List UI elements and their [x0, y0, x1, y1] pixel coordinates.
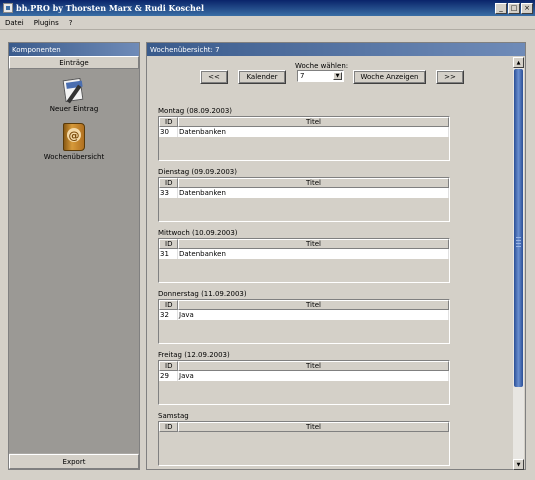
- entries-table: ID Titel 29 Java: [158, 360, 450, 405]
- week-controls: << Kalender Woche wählen: 7 ▼ Woche Anze…: [148, 57, 514, 97]
- day-wednesday: Mittwoch (10.09.2003) ID Titel 31 Datenb…: [158, 229, 458, 283]
- week-select-value: 7: [300, 72, 305, 80]
- day-title: Montag (08.09.2003): [158, 107, 233, 115]
- cell-id: 31: [159, 249, 178, 259]
- export-button[interactable]: Export: [9, 454, 139, 469]
- day-title: Samstag: [158, 412, 189, 420]
- day-saturday: Samstag ID Titel: [158, 412, 458, 466]
- table-row[interactable]: 31 Datenbanken: [159, 249, 449, 259]
- show-week-button[interactable]: Woche Anzeigen: [353, 70, 426, 84]
- cell-id: 32: [159, 310, 178, 320]
- scroll-up-icon[interactable]: ▲: [513, 57, 524, 68]
- day-title: Mittwoch (10.09.2003): [158, 229, 238, 237]
- day-friday: Freitag (12.09.2003) ID Titel 29 Java: [158, 351, 458, 405]
- app-icon: [3, 3, 13, 13]
- col-id-header[interactable]: ID: [159, 422, 178, 432]
- nav-week-overview[interactable]: @ Wochenübersicht: [9, 122, 139, 161]
- col-id-header[interactable]: ID: [159, 300, 178, 310]
- table-row[interactable]: 30 Datenbanken: [159, 127, 449, 137]
- cell-id: 30: [159, 127, 178, 137]
- scrollbar-thumb[interactable]: [514, 69, 523, 387]
- cell-title: Java: [178, 371, 449, 381]
- week-select-label: Woche wählen:: [295, 62, 349, 70]
- nav-week-overview-label: Wochenübersicht: [43, 153, 105, 161]
- maximize-button[interactable]: □: [508, 2, 520, 14]
- title-bar[interactable]: bh.PRO by Thorsten Marx & Rudi Koschel _…: [0, 0, 535, 16]
- table-row[interactable]: 29 Java: [159, 371, 449, 381]
- cell-title: Java: [178, 310, 449, 320]
- day-thursday: Donnerstag (11.09.2003) ID Titel 32 Java: [158, 290, 458, 344]
- minimize-button[interactable]: _: [495, 2, 507, 14]
- week-overview-content: << Kalender Woche wählen: 7 ▼ Woche Anze…: [148, 57, 514, 470]
- cell-id: 33: [159, 188, 178, 198]
- week-overview-icon: @: [60, 122, 88, 152]
- new-entry-icon: [60, 76, 88, 104]
- cell-id: 29: [159, 371, 178, 381]
- col-title-header[interactable]: Titel: [178, 178, 449, 188]
- col-id-header[interactable]: ID: [159, 178, 178, 188]
- col-id-header[interactable]: ID: [159, 117, 178, 127]
- window-title: bh.PRO by Thorsten Marx & Rudi Koschel: [16, 3, 204, 13]
- day-title: Dienstag (09.09.2003): [158, 168, 237, 176]
- col-title-header[interactable]: Titel: [178, 300, 449, 310]
- components-header: Komponenten: [9, 43, 139, 56]
- table-row[interactable]: 32 Java: [159, 310, 449, 320]
- col-title-header[interactable]: Titel: [178, 422, 449, 432]
- table-row[interactable]: 33 Datenbanken: [159, 188, 449, 198]
- entries-table: ID Titel 30 Datenbanken: [158, 116, 450, 161]
- calendar-button[interactable]: Kalender: [238, 70, 286, 84]
- scroll-down-icon[interactable]: ▼: [513, 459, 524, 470]
- menu-datei[interactable]: Datei: [0, 19, 29, 27]
- week-select[interactable]: 7 ▼: [297, 70, 344, 82]
- entries-table: ID Titel 32 Java: [158, 299, 450, 344]
- component-list: Neuer Eintrag @ Wochenübersicht: [9, 69, 139, 453]
- day-monday: Montag (08.09.2003) ID Titel 30 Datenban…: [158, 107, 458, 161]
- prev-week-button[interactable]: <<: [200, 70, 228, 84]
- day-title: Donnerstag (11.09.2003): [158, 290, 247, 298]
- menu-help[interactable]: ?: [64, 19, 78, 27]
- col-title-header[interactable]: Titel: [178, 361, 449, 371]
- dropdown-arrow-icon[interactable]: ▼: [333, 72, 342, 80]
- menu-bar: Datei Plugins ?: [0, 16, 535, 30]
- cell-title: Datenbanken: [178, 249, 449, 259]
- entries-table: ID Titel 33 Datenbanken: [158, 177, 450, 222]
- week-overview-panel: Wochenübersicht: 7 << Kalender Woche wäh…: [146, 42, 526, 470]
- cell-title: Datenbanken: [178, 188, 449, 198]
- day-title: Freitag (12.09.2003): [158, 351, 230, 359]
- col-title-header[interactable]: Titel: [178, 239, 449, 249]
- nav-new-entry-label: Neuer Eintrag: [49, 105, 99, 113]
- nav-new-entry[interactable]: Neuer Eintrag: [9, 76, 139, 113]
- components-panel: Komponenten Einträge Neuer Eintrag @ Woc…: [8, 42, 140, 470]
- week-overview-header: Wochenübersicht: 7: [147, 43, 525, 56]
- entries-tab[interactable]: Einträge: [9, 56, 139, 69]
- col-title-header[interactable]: Titel: [178, 117, 449, 127]
- close-button[interactable]: ×: [521, 2, 533, 14]
- next-week-button[interactable]: >>: [436, 70, 464, 84]
- entries-table: ID Titel 31 Datenbanken: [158, 238, 450, 283]
- vertical-scrollbar[interactable]: ▲ ▼: [513, 57, 524, 470]
- col-id-header[interactable]: ID: [159, 239, 178, 249]
- day-tuesday: Dienstag (09.09.2003) ID Titel 33 Datenb…: [158, 168, 458, 222]
- menu-plugins[interactable]: Plugins: [29, 19, 64, 27]
- col-id-header[interactable]: ID: [159, 361, 178, 371]
- cell-title: Datenbanken: [178, 127, 449, 137]
- entries-table: ID Titel: [158, 421, 450, 466]
